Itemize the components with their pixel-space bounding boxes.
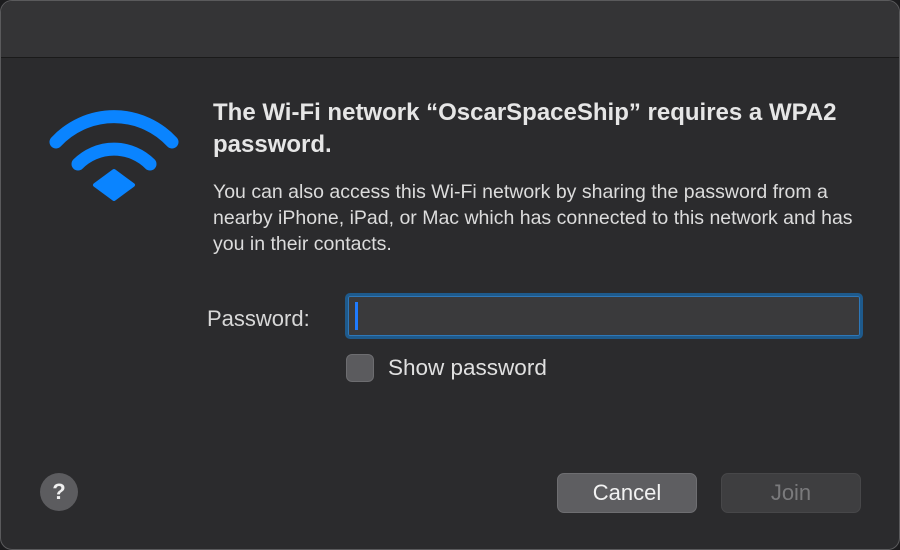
password-input[interactable]	[345, 293, 863, 339]
help-button[interactable]: ?	[40, 473, 78, 511]
dialog-heading: The Wi-Fi network “OscarSpaceShip” requi…	[213, 99, 837, 158]
show-password-checkbox[interactable]	[346, 354, 374, 382]
password-label: Password:	[207, 306, 310, 331]
show-password-label[interactable]: Show password	[388, 354, 547, 382]
join-button[interactable]: Join	[721, 473, 861, 513]
dialog-description: You can also access this Wi-Fi network b…	[213, 181, 853, 255]
wifi-password-dialog: The Wi-Fi network “OscarSpaceShip” requi…	[0, 0, 900, 550]
cancel-button[interactable]: Cancel	[557, 473, 697, 513]
wifi-icon	[49, 110, 179, 201]
title-bar	[1, 1, 899, 58]
